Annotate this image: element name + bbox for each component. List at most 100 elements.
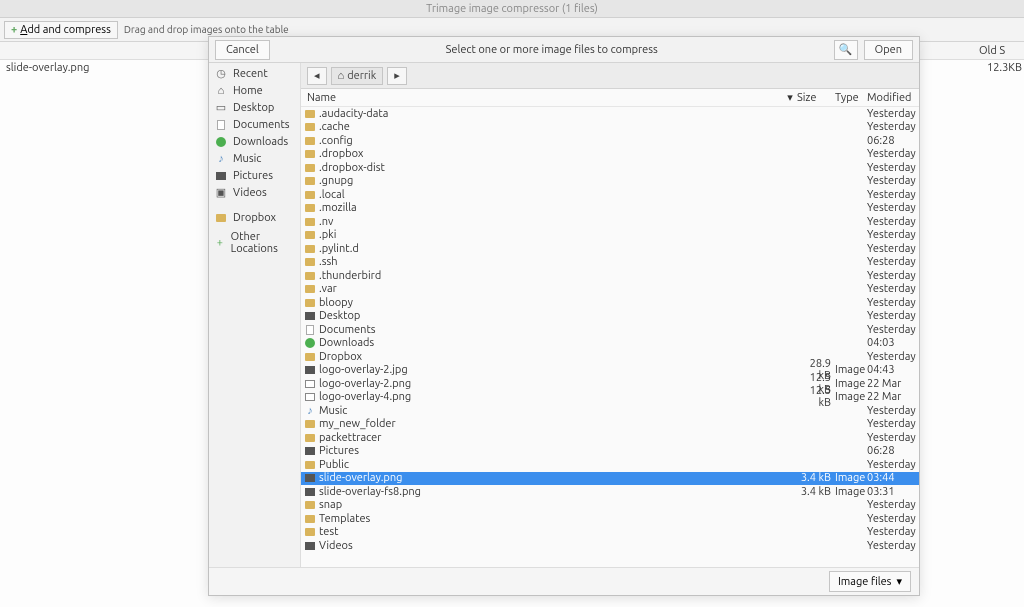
file-row[interactable]: .dropbox-distYesterday (301, 161, 919, 175)
file-row[interactable]: VideosYesterday (301, 539, 919, 553)
image-icon (305, 312, 315, 320)
music-icon: ♪ (218, 153, 224, 165)
plus-icon: + (11, 24, 17, 36)
sidebar-item-label: Downloads (233, 136, 288, 148)
folder-icon (305, 231, 315, 239)
dialog-body: ◷Recent⌂Home▭DesktopDocumentsDownloads♪M… (209, 63, 919, 567)
file-row[interactable]: Pictures06:28 (301, 445, 919, 459)
file-row[interactable]: .cacheYesterday (301, 121, 919, 135)
open-button[interactable]: Open (864, 40, 913, 60)
cancel-button[interactable]: Cancel (215, 40, 270, 60)
document-icon (306, 325, 314, 335)
sidebar-item-desktop[interactable]: ▭Desktop (209, 99, 300, 116)
add-compress-label: Add and compress (20, 24, 111, 36)
file-row[interactable]: .audacity-dataYesterday (301, 107, 919, 121)
folder-icon (305, 137, 315, 145)
file-name: .var (319, 283, 797, 295)
file-row[interactable]: PublicYesterday (301, 458, 919, 472)
file-modified: 06:28 (867, 135, 919, 147)
file-name: logo-overlay-2.png (319, 378, 797, 390)
add-compress-button[interactable]: + Add and compress (4, 21, 118, 39)
file-row[interactable]: testYesterday (301, 526, 919, 540)
file-modified: 04:03 (867, 337, 919, 349)
col-type[interactable]: Type (835, 92, 867, 104)
folder-icon (305, 123, 315, 131)
sidebar-item-other-locations[interactable]: +Other Locations (209, 234, 300, 251)
file-row[interactable]: .nvYesterday (301, 215, 919, 229)
file-row[interactable]: .gnupgYesterday (301, 175, 919, 189)
folder-icon (305, 420, 315, 428)
file-row[interactable]: Downloads04:03 (301, 337, 919, 351)
file-row[interactable]: .var Yesterday (301, 283, 919, 297)
col-name[interactable]: Name (301, 92, 783, 104)
file-row[interactable]: logo-overlay-4.png12.5 kBImage22 Mar (301, 391, 919, 405)
file-name: slide-overlay.png (319, 472, 797, 484)
file-row[interactable]: slide-overlay.png3.4 kBImage03:44 (301, 472, 919, 486)
file-name: logo-overlay-4.png (319, 391, 797, 403)
sidebar-item-label: Videos (233, 187, 267, 199)
file-name: .nv (319, 216, 797, 228)
file-row[interactable]: .localYesterday (301, 188, 919, 202)
file-name: .pki (319, 229, 797, 241)
sort-indicator[interactable]: ▾ (783, 91, 797, 104)
col-old-size[interactable]: Old S (979, 45, 1024, 57)
file-row[interactable]: DesktopYesterday (301, 310, 919, 324)
search-button[interactable]: 🔍 (834, 40, 858, 60)
file-row[interactable]: packettracerYesterday (301, 431, 919, 445)
path-segment-home[interactable]: ⌂ derrik (331, 67, 384, 85)
dialog-header: Cancel Select one or more image files to… (209, 37, 919, 63)
file-modified: Yesterday (867, 297, 919, 309)
file-row[interactable]: DocumentsYesterday (301, 323, 919, 337)
folder-icon (305, 177, 315, 185)
sidebar-item-recent[interactable]: ◷Recent (209, 65, 300, 82)
file-modified: Yesterday (867, 189, 919, 201)
sidebar-item-videos[interactable]: ▣Videos (209, 184, 300, 201)
file-row[interactable]: .mozillaYesterday (301, 202, 919, 216)
sidebar-item-label: Home (233, 85, 263, 97)
file-name: logo-overlay-2.jpg (319, 364, 797, 376)
file-name: Pictures (319, 445, 797, 457)
chevron-right-icon: ▸ (394, 69, 400, 82)
file-list[interactable]: .audacity-dataYesterday.cacheYesterday.c… (301, 107, 919, 567)
sidebar-item-dropbox[interactable]: Dropbox (209, 209, 300, 226)
file-name: .pylint.d (319, 243, 797, 255)
file-row[interactable]: .pkiYesterday (301, 229, 919, 243)
sidebar-item-music[interactable]: ♪Music (209, 150, 300, 167)
sidebar-item-documents[interactable]: Documents (209, 116, 300, 133)
file-name: .cache (319, 121, 797, 133)
file-name: my_new_folder (319, 418, 797, 430)
file-modified: Yesterday (867, 513, 919, 525)
file-row[interactable]: my_new_folder Yesterday (301, 418, 919, 432)
file-modified: Yesterday (867, 324, 919, 336)
path-forward-button[interactable]: ▸ (387, 67, 407, 85)
file-row[interactable]: .sshYesterday (301, 256, 919, 270)
file-name: .mozilla (319, 202, 797, 214)
file-modified: Yesterday (867, 162, 919, 174)
sidebar-item-downloads[interactable]: Downloads (209, 133, 300, 150)
sidebar-item-home[interactable]: ⌂Home (209, 82, 300, 99)
file-row[interactable]: .thunderbirdYesterday (301, 269, 919, 283)
file-row[interactable]: slide-overlay-fs8.png3.4 kBImage03:31 (301, 485, 919, 499)
filter-dropdown[interactable]: Image files ▾ (829, 571, 911, 592)
file-row[interactable]: snapYesterday (301, 499, 919, 513)
file-row[interactable]: .dropboxYesterday (301, 148, 919, 162)
toolbar-hint: Drag and drop images onto the table (124, 24, 289, 35)
col-size[interactable]: Size (797, 92, 835, 104)
file-modified: 22 Mar (867, 391, 919, 403)
file-modified: Yesterday (867, 418, 919, 430)
path-back-button[interactable]: ◂ (307, 67, 327, 85)
file-modified: 03:44 (867, 472, 919, 484)
file-name: Desktop (319, 310, 797, 322)
col-modified[interactable]: Modified (867, 92, 919, 104)
file-name: Public (319, 459, 797, 471)
folder-icon (305, 515, 315, 523)
file-modified: Yesterday (867, 283, 919, 295)
file-name: .thunderbird (319, 270, 797, 282)
sidebar-item-pictures[interactable]: Pictures (209, 167, 300, 184)
file-row[interactable]: .pylint.dYesterday (301, 242, 919, 256)
file-row[interactable]: .config06:28 (301, 134, 919, 148)
file-row[interactable]: TemplatesYesterday (301, 512, 919, 526)
folder-icon (305, 150, 315, 158)
dialog-title: Select one or more image files to compre… (276, 44, 828, 56)
file-row[interactable]: bloopyYesterday (301, 296, 919, 310)
